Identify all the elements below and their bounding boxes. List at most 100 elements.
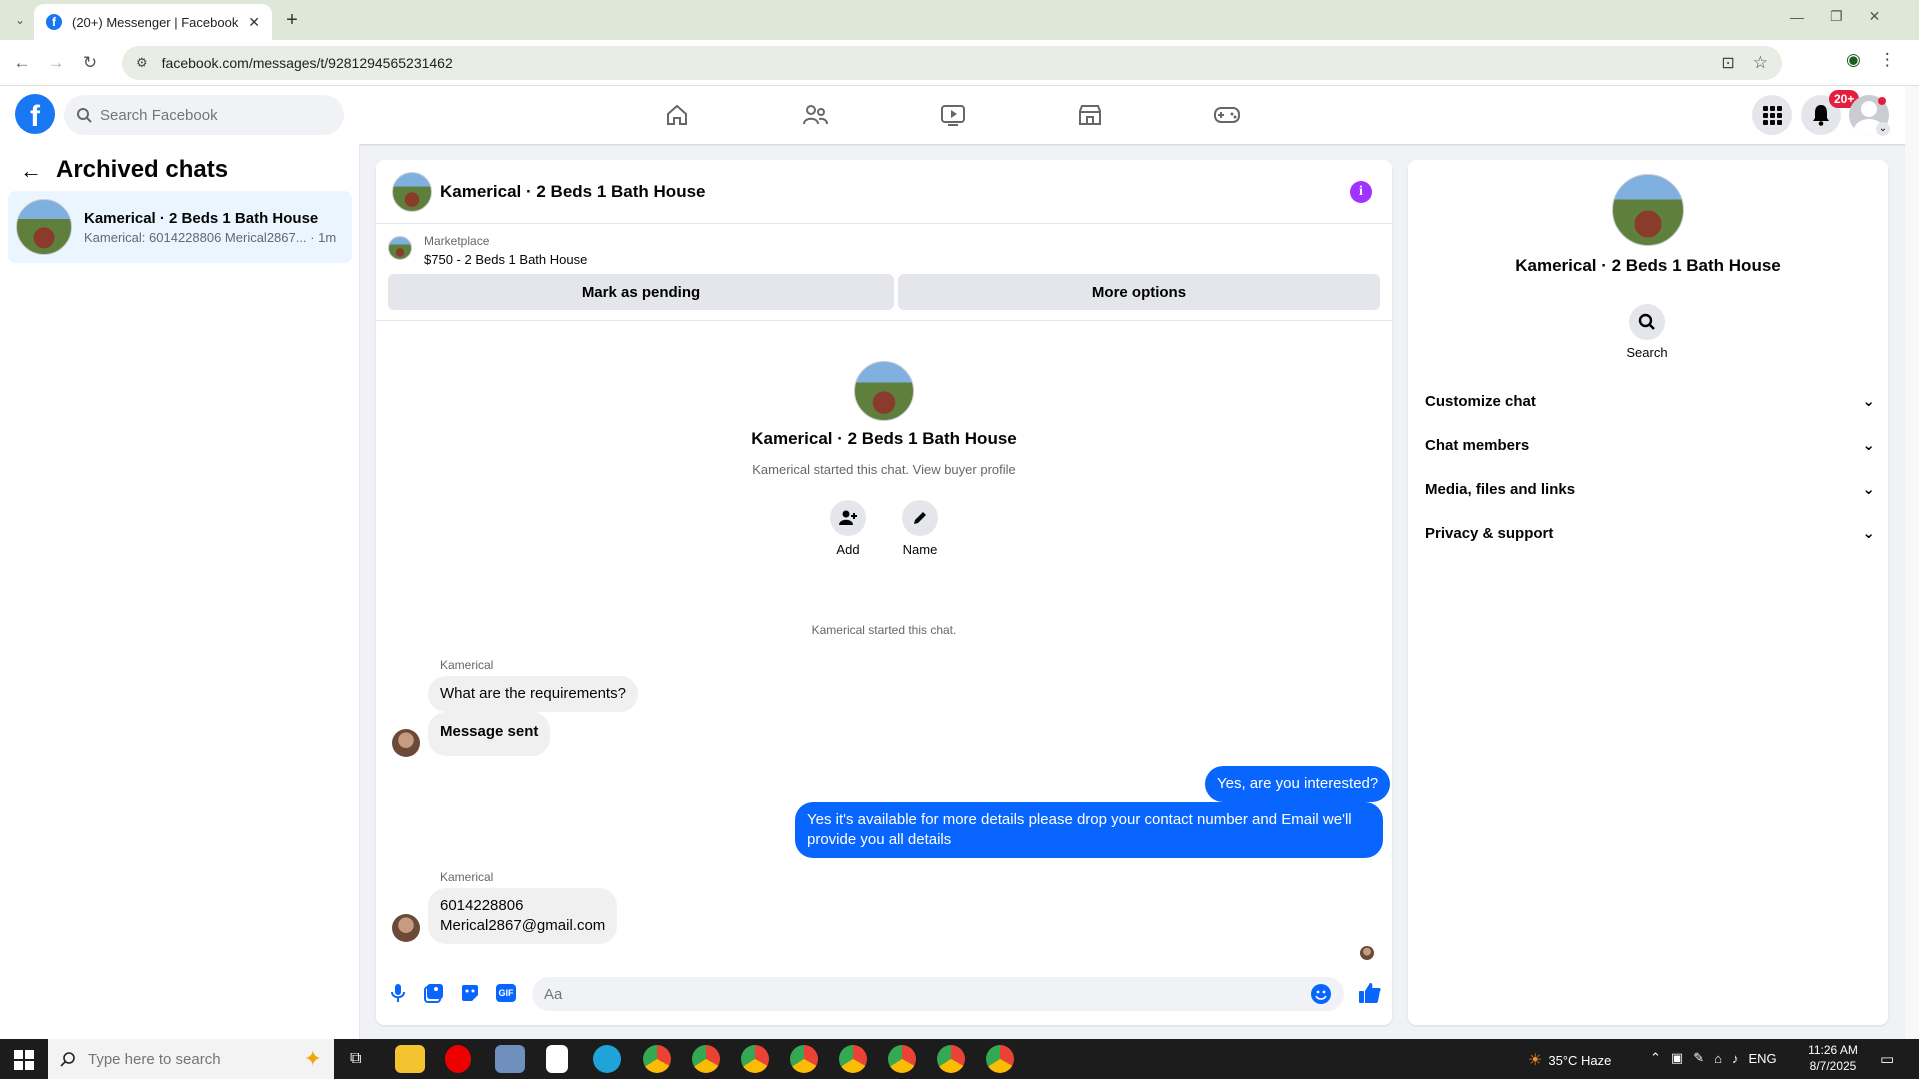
conversation-title[interactable]: Kamerical · 2 Beds 1 Bath House	[440, 182, 705, 202]
minimize-icon[interactable]: —	[1790, 9, 1804, 25]
chrome-icon[interactable]	[643, 1045, 671, 1073]
chat-avatar-house-image	[16, 199, 72, 255]
search-icon	[1638, 313, 1655, 330]
incoming-message[interactable]: What are the requirements?	[428, 676, 638, 712]
nav-video[interactable]	[913, 96, 993, 134]
tab-search-chevron-icon[interactable]: ⌄	[6, 6, 34, 34]
media-files-links-section[interactable]: Media, files and links ⌄	[1425, 471, 1875, 507]
message-composer[interactable]	[532, 977, 1344, 1011]
back-arrow-icon[interactable]: ←	[20, 158, 42, 184]
app-icon[interactable]	[495, 1045, 525, 1073]
new-tab-button[interactable]: +	[278, 6, 306, 34]
bookmark-star-icon[interactable]: ☆	[1753, 53, 1768, 73]
browser-tab-active[interactable]: f (20+) Messenger | Facebook ✕	[34, 4, 272, 40]
seen-receipt-avatar	[1360, 946, 1374, 960]
taskbar-search-input[interactable]	[88, 1050, 248, 1068]
info-icon[interactable]: i	[1350, 181, 1372, 203]
privacy-support-section[interactable]: Privacy & support ⌄	[1425, 515, 1875, 551]
network-icon[interactable]: ⌂	[1714, 1051, 1722, 1066]
edge-icon[interactable]	[593, 1045, 621, 1073]
details-search-button[interactable]	[1629, 304, 1665, 340]
file-explorer-icon[interactable]	[395, 1045, 425, 1073]
facebook-search-input[interactable]	[100, 106, 320, 124]
tray-app-icon[interactable]: ▣	[1671, 1050, 1683, 1066]
notepad-icon[interactable]	[546, 1045, 568, 1073]
site-info-icon[interactable]: ⚙	[136, 55, 148, 71]
details-avatar[interactable]	[1612, 174, 1684, 246]
more-options-button[interactable]: More options	[898, 274, 1380, 310]
facebook-logo[interactable]: f	[15, 94, 55, 134]
page-scrollbar[interactable]	[1905, 86, 1919, 1039]
restore-icon[interactable]: ❐	[1830, 8, 1843, 25]
like-thumb-icon[interactable]	[1358, 981, 1382, 1005]
clock[interactable]: 11:26 AM 8/7/2025	[1797, 1042, 1869, 1074]
sticker-icon[interactable]	[460, 983, 480, 1003]
listing-thumbnail[interactable]	[388, 236, 412, 260]
chrome-icon[interactable]	[937, 1045, 965, 1073]
chevron-down-icon: ⌄	[1862, 393, 1875, 410]
add-people-button[interactable]	[830, 500, 866, 536]
windows-start-icon[interactable]	[14, 1050, 34, 1070]
chat-list-item[interactable]: Kamerical · 2 Beds 1 Bath House Kamerica…	[8, 191, 352, 263]
back-arrow-icon[interactable]: ←	[8, 49, 36, 77]
account-chevron-icon[interactable]: ⌄	[1876, 122, 1890, 136]
url-text[interactable]: facebook.com/messages/t/9281294565231462	[162, 55, 453, 71]
chrome-menu-icon[interactable]: ⋮	[1879, 50, 1896, 70]
conversation-avatar[interactable]	[392, 171, 432, 212]
tab-close-icon[interactable]: ✕	[248, 14, 260, 31]
emoji-icon[interactable]	[1310, 983, 1332, 1005]
reload-icon[interactable]: ↻	[76, 49, 104, 77]
chrome-icon[interactable]	[692, 1045, 720, 1073]
taskbar-search[interactable]: ✦	[48, 1039, 334, 1079]
intro-subtitle[interactable]: Kamerical started this chat. View buyer …	[376, 462, 1392, 477]
outgoing-message[interactable]: Yes it's available for more details plea…	[795, 802, 1383, 858]
language-indicator[interactable]: ENG	[1748, 1051, 1776, 1066]
chevron-down-icon: ⌄	[1862, 437, 1875, 454]
profile-icon[interactable]: ◉	[1846, 50, 1861, 70]
pen-icon[interactable]: ✎	[1693, 1050, 1704, 1066]
microphone-icon[interactable]	[388, 982, 408, 1004]
photo-icon[interactable]	[424, 983, 444, 1003]
mark-as-pending-button[interactable]: Mark as pending	[388, 274, 894, 310]
name-chat-button[interactable]	[902, 500, 938, 536]
facebook-favicon-icon: f	[46, 14, 62, 30]
sender-avatar[interactable]	[392, 914, 420, 942]
section-label: Chat members	[1425, 436, 1530, 454]
outgoing-message[interactable]: Yes, are you interested?	[1205, 766, 1391, 802]
section-label: Privacy & support	[1425, 524, 1554, 542]
facebook-search[interactable]	[64, 95, 344, 135]
opera-icon[interactable]	[445, 1045, 471, 1073]
grid-icon	[1763, 106, 1782, 125]
volume-icon[interactable]: ♪	[1732, 1051, 1739, 1066]
menu-grid-button[interactable]	[1752, 95, 1792, 135]
chrome-icon[interactable]	[888, 1045, 916, 1073]
nav-friends[interactable]	[775, 96, 855, 134]
nav-home[interactable]	[637, 96, 717, 134]
nav-gaming[interactable]	[1187, 96, 1267, 134]
install-app-icon[interactable]: ⊡	[1721, 53, 1734, 73]
chevron-down-icon: ⌄	[1862, 525, 1875, 542]
incoming-message[interactable]: 6014228806 Merical2867@gmail.com	[428, 888, 618, 944]
customize-chat-section[interactable]: Customize chat ⌄	[1425, 383, 1875, 419]
address-bar[interactable]: ⚙ facebook.com/messages/t/92812945652314…	[122, 46, 1782, 80]
message-sender: Kamerical	[440, 870, 494, 884]
intro-avatar[interactable]	[854, 361, 914, 421]
weather-widget[interactable]: ☀ 35°C Haze	[1528, 1050, 1611, 1070]
chrome-icon[interactable]	[741, 1045, 769, 1073]
task-view-icon[interactable]: ⧉	[350, 1050, 361, 1068]
system-tray: ⌃ ▣ ✎ ⌂ ♪ ENG	[1650, 1050, 1777, 1066]
window-close-icon[interactable]: ✕	[1869, 8, 1881, 25]
chrome-icon[interactable]	[986, 1045, 1014, 1073]
gif-button[interactable]: GIF	[496, 984, 516, 1002]
message-input[interactable]	[544, 985, 1310, 1003]
forward-arrow-icon[interactable]: →	[42, 49, 70, 77]
chrome-icon[interactable]	[839, 1045, 867, 1073]
incoming-message[interactable]: Message sent	[428, 712, 551, 756]
chat-members-section[interactable]: Chat members ⌄	[1425, 427, 1875, 463]
sender-avatar[interactable]	[392, 729, 420, 757]
chrome-icon[interactable]	[790, 1045, 818, 1073]
notification-center-icon[interactable]: ▭	[1880, 1050, 1894, 1068]
listing-title[interactable]: $750 - 2 Beds 1 Bath House	[424, 252, 587, 267]
nav-marketplace[interactable]	[1050, 96, 1130, 134]
chevron-up-icon[interactable]: ⌃	[1650, 1050, 1661, 1066]
